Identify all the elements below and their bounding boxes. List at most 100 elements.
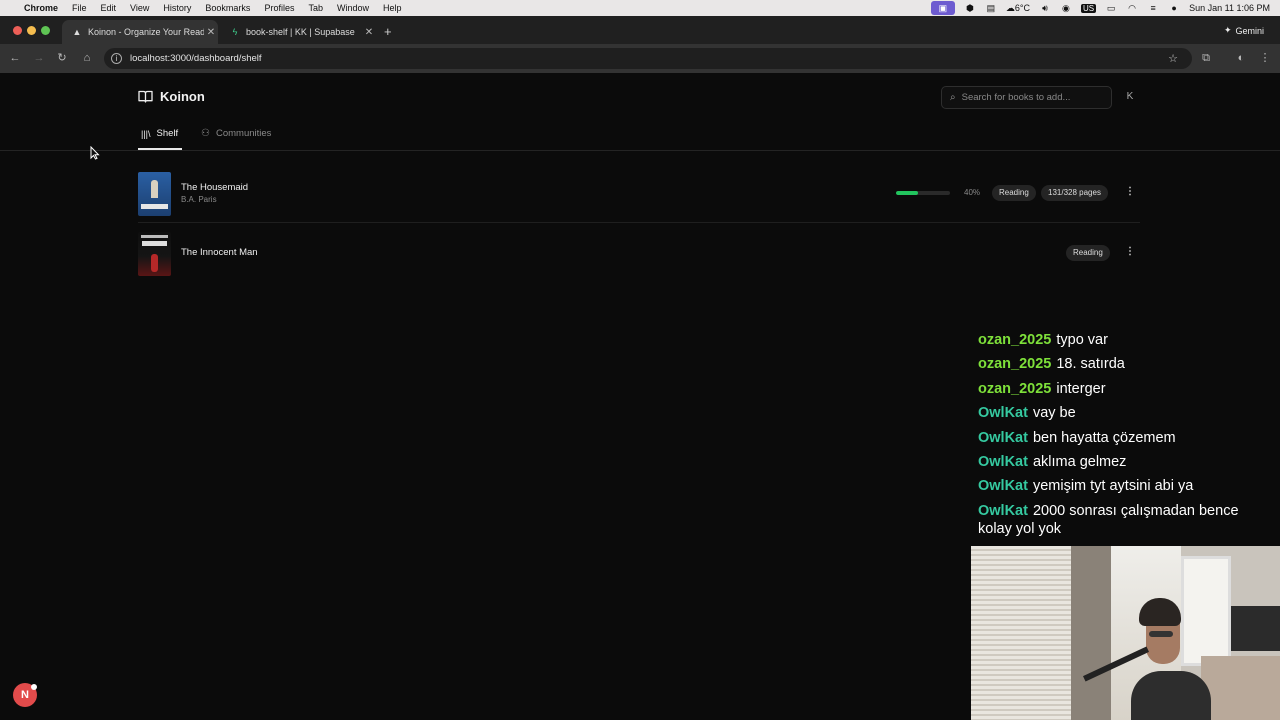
- tab-title: book-shelf | KK | Supabase: [246, 27, 355, 37]
- tab-koinon[interactable]: ▲ Koinon - Organize Your Readi ✕: [62, 20, 218, 44]
- menu-history[interactable]: History: [163, 3, 191, 13]
- volume-icon[interactable]: 🔊︎: [1039, 3, 1051, 13]
- chat-username: OwlKat: [978, 478, 1028, 495]
- koinon-favicon-icon: ▲: [72, 27, 82, 37]
- close-tab-icon[interactable]: ✕: [204, 27, 218, 38]
- book-row[interactable]: The Housemaid B.A. Paris 40% Reading 131…: [138, 172, 1140, 228]
- row-divider: [138, 222, 1140, 223]
- macos-menu-bar: Chrome File Edit View History Bookmarks …: [0, 0, 1280, 16]
- minimize-window-button[interactable]: [27, 26, 36, 35]
- reading-progress-bar: [896, 191, 950, 195]
- menu-tab[interactable]: Tab: [308, 3, 323, 13]
- profile-icon[interactable]: ◐: [1234, 51, 1248, 65]
- tab-communities-label: Communities: [215, 128, 272, 139]
- webcam-feed: [971, 546, 1280, 720]
- mouse-cursor-icon: [90, 146, 100, 160]
- book-author: B.A. Paris: [181, 195, 217, 204]
- url-text: localhost:3000/dashboard/shelf: [130, 53, 262, 64]
- back-icon[interactable]: ←: [8, 51, 22, 65]
- tab-shelf[interactable]: |||\ Shelf: [141, 128, 178, 139]
- more-options-icon[interactable]: ⋮: [1125, 246, 1135, 257]
- menu-file[interactable]: File: [72, 3, 87, 13]
- gemini-label: Gemini: [1235, 25, 1264, 36]
- book-title[interactable]: The Innocent Man: [181, 247, 258, 258]
- library-icon: |||\: [141, 128, 151, 139]
- chat-text: interger: [1056, 380, 1106, 397]
- battery-icon[interactable]: ▭: [1105, 3, 1117, 13]
- status-badge[interactable]: Reading: [992, 185, 1036, 201]
- menu-edit[interactable]: Edit: [101, 3, 117, 13]
- control-center-icon[interactable]: ≡: [1147, 3, 1159, 13]
- reload-icon[interactable]: ↻: [55, 51, 69, 65]
- notification-dot: [31, 684, 37, 690]
- site-info-icon[interactable]: i: [111, 53, 122, 64]
- chat-message: ozan_2025 interger: [978, 377, 1268, 401]
- chat-text: aklıma gelmez: [1032, 454, 1127, 471]
- book-row[interactable]: The Innocent Man Reading ⋮: [138, 232, 1140, 288]
- menu-view[interactable]: View: [130, 3, 149, 13]
- chat-username: OwlKat: [978, 502, 1028, 519]
- chat-message: OwlKat aklıma gelmez: [978, 450, 1268, 474]
- weather-temp: 6°C: [1014, 2, 1030, 13]
- screen-share-icon[interactable]: ▣: [930, 1, 955, 15]
- cast-icon[interactable]: ⧉: [1199, 51, 1213, 65]
- supabase-favicon-icon: ϟ: [232, 27, 238, 37]
- forward-icon[interactable]: →: [32, 51, 46, 65]
- book-title[interactable]: The Housemaid: [181, 182, 248, 193]
- chat-text: yemişim tyt aytsini abi ya: [1032, 478, 1194, 495]
- home-icon[interactable]: ⌂: [80, 51, 94, 65]
- brand-name: Koinon: [160, 89, 205, 104]
- menu-profiles[interactable]: Profiles: [264, 3, 294, 13]
- chat-message: ozan_2025 typo var: [978, 328, 1268, 352]
- keyboard-icon[interactable]: ▤: [985, 3, 997, 13]
- book-cover[interactable]: [138, 232, 171, 276]
- user-icon[interactable]: ◉: [1060, 3, 1072, 13]
- chat-text: ben hayatta çözemem: [1032, 429, 1176, 446]
- clock[interactable]: Sun Jan 11 1:06 PM: [1189, 3, 1270, 13]
- menu-help[interactable]: Help: [383, 3, 402, 13]
- chat-text: 18. satırda: [1056, 356, 1125, 373]
- new-tab-icon[interactable]: +: [384, 24, 392, 39]
- chat-message: OwlKat yemişim tyt aytsini abi ya: [978, 474, 1268, 498]
- cloud-icon: ☁: [1005, 2, 1015, 13]
- header-divider: [0, 150, 1280, 151]
- menu-window[interactable]: Window: [337, 3, 369, 13]
- chat-message: OwlKat vay be: [978, 401, 1268, 425]
- book-open-icon: [138, 90, 153, 103]
- close-tab-icon[interactable]: ✕: [362, 27, 376, 38]
- menu-app-name[interactable]: Chrome: [24, 3, 58, 13]
- progress-percent: 40%: [964, 188, 981, 197]
- chat-username: ozan_2025: [978, 332, 1052, 348]
- shield-icon[interactable]: ⬢: [964, 3, 976, 13]
- more-options-icon[interactable]: ⋮: [1125, 186, 1135, 197]
- menu-bookmarks[interactable]: Bookmarks: [205, 3, 250, 13]
- bookmark-star-icon[interactable]: ☆: [1168, 52, 1178, 65]
- address-bar[interactable]: i localhost:3000/dashboard/shelf ☆: [104, 48, 1192, 69]
- search-icon: ⌕: [950, 92, 956, 103]
- wifi-icon[interactable]: ◠: [1126, 3, 1138, 13]
- tab-communities[interactable]: ⚇ Communities: [201, 128, 271, 139]
- siri-icon[interactable]: ●: [1168, 3, 1180, 13]
- avatar[interactable]: K: [1121, 88, 1139, 106]
- reading-progress-fill: [896, 191, 918, 195]
- gemini-sparkle-icon: ✦: [1223, 25, 1232, 35]
- close-window-button[interactable]: [13, 26, 22, 35]
- pages-badge: 131/328 pages: [1041, 185, 1108, 201]
- book-cover[interactable]: [138, 172, 171, 216]
- brand[interactable]: Koinon: [138, 89, 205, 104]
- browser-menu-icon[interactable]: ⋮: [1258, 51, 1272, 65]
- book-search-input[interactable]: ⌕ Search for books to add...: [941, 86, 1112, 109]
- stream-chat-overlay: ozan_2025 typo var ozan_2025 18. satırda o…: [978, 328, 1268, 538]
- zoom-window-button[interactable]: [41, 26, 50, 35]
- weather-indicator[interactable]: ☁6°C: [1006, 3, 1030, 14]
- chat-message: OwlKat 2000 sonrası çalışmadan bence kola…: [978, 502, 1268, 538]
- input-source[interactable]: US: [1080, 3, 1097, 13]
- tab-supabase[interactable]: ϟ book-shelf | KK | Supabase ✕: [220, 20, 376, 44]
- chat-text: typo var: [1056, 332, 1108, 348]
- chat-username: OwlKat: [978, 454, 1028, 471]
- chat-username: OwlKat: [978, 429, 1028, 446]
- tab-shelf-label: Shelf: [156, 128, 179, 139]
- gemini-button[interactable]: ✦ Gemini: [1216, 22, 1272, 39]
- search-placeholder: Search for books to add...: [961, 92, 1071, 103]
- status-badge[interactable]: Reading: [1066, 245, 1110, 261]
